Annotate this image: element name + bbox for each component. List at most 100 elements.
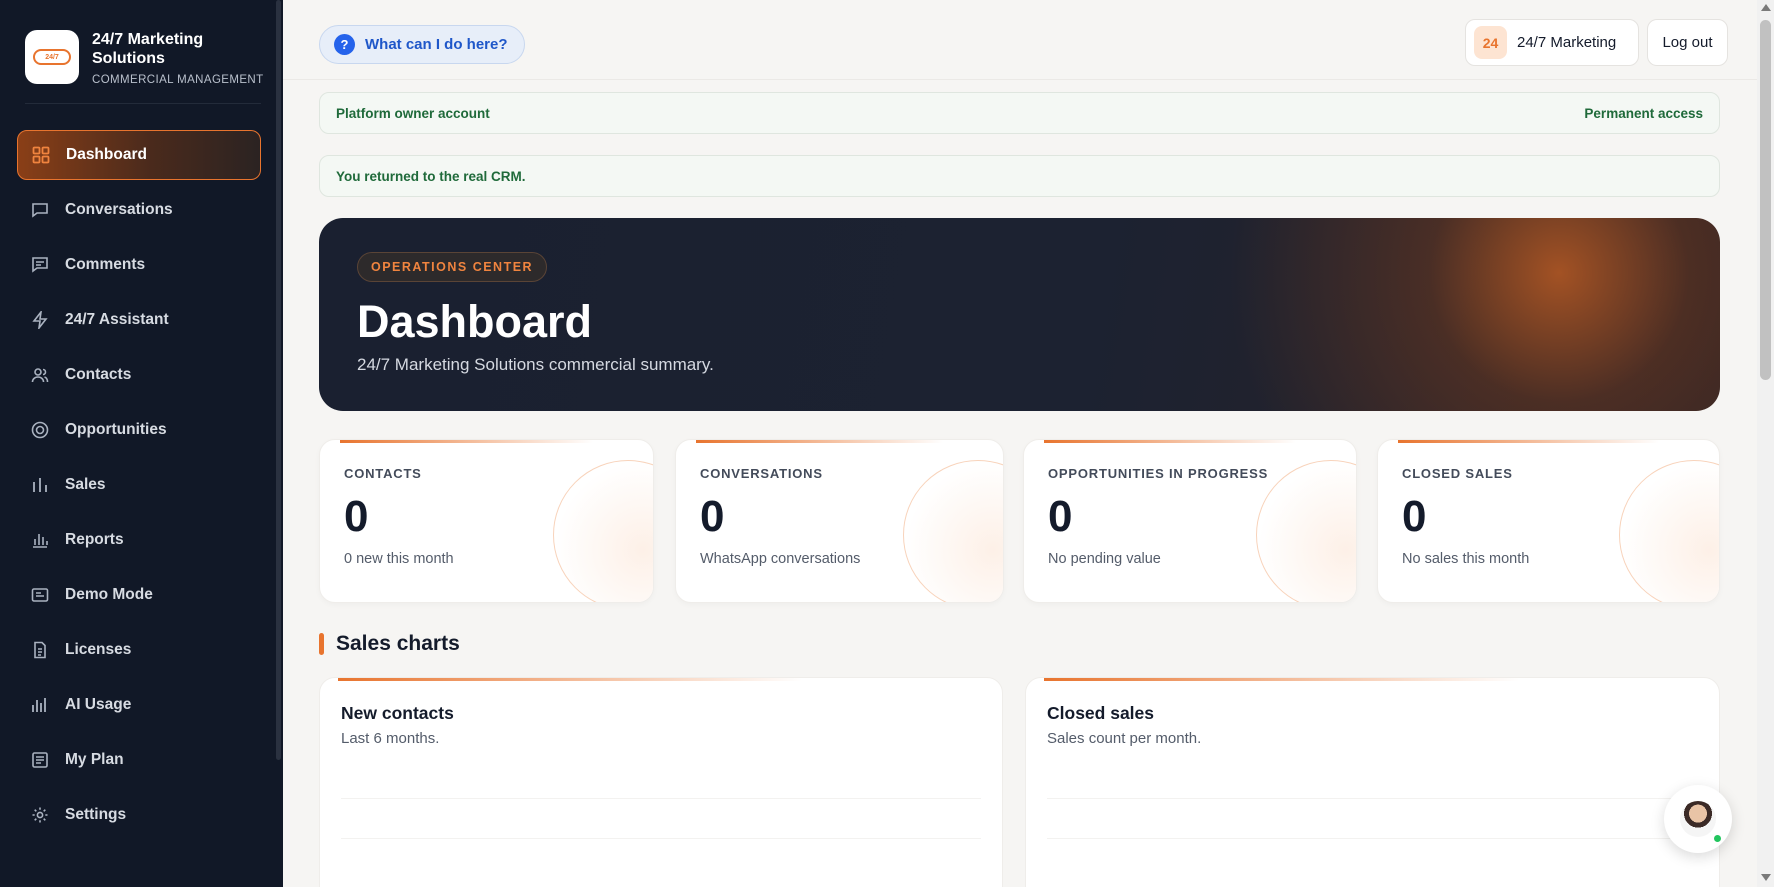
chart-subtitle: Sales count per month. [1047,730,1202,747]
sidebar-item-label: Contacts [65,366,132,383]
owner-account-notice: Platform owner account Permanent access [319,92,1720,134]
chart-gridline [1047,798,1698,799]
stat-card-conversations[interactable]: CONVERSATIONS 0 WhatsApp conversations [675,439,1004,603]
stat-label: OPPORTUNITIES IN PROGRESS [1048,466,1269,481]
section-accent-bar [319,633,324,655]
stat-value: 0 [700,492,725,541]
sidebar-item-contacts[interactable]: Contacts [17,350,261,400]
sidebar-item-comments[interactable]: Comments [17,240,261,290]
sidebar: 24/7 24/7 Marketing Solutions COMMERCIAL… [0,0,283,887]
chart-gridline [1047,838,1698,839]
owner-access-label: Permanent access [1584,105,1703,121]
chart-title: Closed sales [1047,703,1154,723]
online-status-dot [1712,833,1723,844]
owner-account-label: Platform owner account [336,105,490,121]
help-button-label: What can I do here? [365,36,508,53]
brand-text: 24/7 Marketing Solutions COMMERCIAL MANA… [92,30,264,86]
stat-card-contacts[interactable]: CONTACTS 0 0 new this month [319,439,654,603]
sidebar-item-label: Licenses [65,641,132,658]
sidebar-item-dashboard[interactable]: Dashboard [17,130,261,180]
sidebar-item-ai-usage[interactable]: AI Usage [17,680,261,730]
demo-card-icon [31,586,49,604]
help-icon: ? [334,34,355,55]
chart-title: New contacts [341,703,454,723]
comment-lines-icon [31,256,49,274]
gear-icon [31,806,49,824]
stat-note: No sales this month [1402,551,1530,567]
sidebar-item-settings[interactable]: Settings [17,790,261,840]
target-icon [31,421,49,439]
scrollbar-thumb[interactable] [1760,20,1771,380]
assistant-chat-button[interactable] [1664,785,1732,853]
chart-plot-area [1047,778,1698,887]
page-scrollbar[interactable] [1757,0,1774,887]
assistant-avatar-icon [1680,801,1716,837]
scroll-up-arrow-icon[interactable] [1761,4,1771,11]
sidebar-item-label: Settings [65,806,127,823]
stat-label: CONVERSATIONS [700,466,823,481]
brand-logo-mark: 24/7 [33,49,71,65]
sidebar-item-licenses[interactable]: Licenses [17,625,261,675]
help-button[interactable]: ? What can I do here? [319,25,525,64]
chart-card-closed-sales: Closed sales Sales count per month. [1025,677,1720,887]
report-chart-icon [31,531,49,549]
sidebar-item-reports[interactable]: Reports [17,515,261,565]
sidebar-item-my-plan[interactable]: My Plan [17,735,261,785]
chart-plot-area [341,778,981,887]
topbar-divider [283,79,1757,80]
grid-icon [32,146,50,164]
sidebar-item-assistant[interactable]: 24/7 Assistant [17,295,261,345]
card-decoration [1619,460,1719,602]
sidebar-item-sales[interactable]: Sales [17,460,261,510]
org-switcher[interactable]: 24 24/7 Marketing [1465,19,1639,66]
card-decoration [903,460,1003,602]
sidebar-item-label: Dashboard [66,146,147,163]
brand-subtitle: COMMERCIAL MANAGEMENT [92,74,264,86]
section-title-sales-charts: Sales charts [319,632,460,656]
logout-button[interactable]: Log out [1647,19,1728,66]
stat-note: No pending value [1048,551,1161,567]
sidebar-item-label: 24/7 Assistant [65,311,169,328]
brand[interactable]: 24/7 24/7 Marketing Solutions COMMERCIAL… [25,30,264,86]
sidebar-item-label: Demo Mode [65,586,153,603]
returned-notice: You returned to the real CRM. [319,155,1720,197]
bar-chart-icon [31,476,49,494]
plan-document-icon [31,751,49,769]
sidebar-nav: Dashboard Conversations Comments 24/7 As… [17,130,261,845]
stat-card-opportunities[interactable]: OPPORTUNITIES IN PROGRESS 0 No pending v… [1023,439,1357,603]
zap-icon [31,311,49,329]
usage-chart-icon [31,696,49,714]
stat-label: CONTACTS [344,466,422,481]
stat-value: 0 [1402,492,1427,541]
scroll-down-arrow-icon[interactable] [1761,874,1771,881]
org-name: 24/7 Marketing [1517,34,1617,51]
sidebar-item-label: Reports [65,531,124,548]
sidebar-item-label: My Plan [65,751,124,768]
chart-subtitle: Last 6 months. [341,730,440,747]
chart-card-new-contacts: New contacts Last 6 months. [319,677,1003,887]
card-decoration [1256,460,1356,602]
message-square-icon [31,201,49,219]
sidebar-item-label: Conversations [65,201,173,218]
sidebar-item-label: Comments [65,256,146,273]
stat-note: WhatsApp conversations [700,551,861,567]
sidebar-item-opportunities[interactable]: Opportunities [17,405,261,455]
license-document-icon [31,641,49,659]
sidebar-item-label: AI Usage [65,696,132,713]
hero-banner: OPERATIONS CENTER Dashboard 24/7 Marketi… [319,218,1720,411]
stat-value: 0 [1048,492,1073,541]
stat-label: CLOSED SALES [1402,466,1513,481]
stat-card-closed-sales[interactable]: CLOSED SALES 0 No sales this month [1377,439,1720,603]
brand-logo: 24/7 [25,30,79,84]
card-decoration [553,460,653,602]
stat-value: 0 [344,492,369,541]
stat-note: 0 new this month [344,551,454,567]
chart-gridline [341,838,981,839]
sidebar-item-demo-mode[interactable]: Demo Mode [17,570,261,620]
hero-eyebrow: OPERATIONS CENTER [357,252,548,282]
sidebar-item-label: Opportunities [65,421,167,438]
section-title-text: Sales charts [336,632,460,655]
sidebar-item-label: Sales [65,476,106,493]
sidebar-scrollbar[interactable] [276,0,281,760]
sidebar-item-conversations[interactable]: Conversations [17,185,261,235]
